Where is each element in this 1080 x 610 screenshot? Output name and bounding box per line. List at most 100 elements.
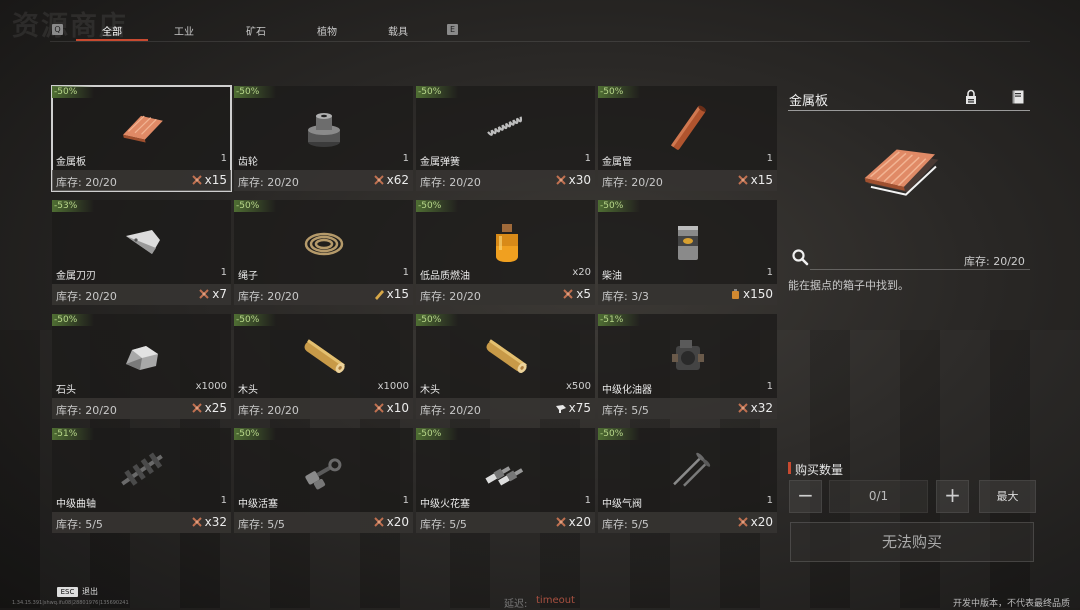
item-cost: x75 [555,401,591,415]
item-card[interactable]: -50% 齿轮 1 库存: 20/20 x62 [234,86,413,191]
purchase-accent-bar [788,462,791,474]
item-quantity: 1 [402,495,409,506]
log-icon [294,332,354,380]
item-quantity: x20 [572,267,591,278]
item-card[interactable]: -50% 中级气阀 1 库存: 5/5 x20 [598,428,777,533]
item-card[interactable]: -50% 金属板 1 库存: 20/20 x15 [51,85,232,192]
purchase-quantity-label: 购买数量 [795,463,844,477]
decrease-quantity-button[interactable]: − [789,480,822,513]
crossed-tools-icon [191,174,203,186]
item-card[interactable]: -50% 金属管 1 库存: 20/20 x15 [598,86,777,191]
item-name: 中级火花塞 [420,499,470,510]
item-stock: 库存: 20/20 [238,176,299,189]
crossed-tools-icon [191,516,203,528]
item-stock: 库存: 5/5 [56,518,103,531]
detail-divider [788,110,1030,111]
item-card[interactable]: -50% 绳子 1 库存: 20/20 x15 [234,200,413,305]
key-hint-e[interactable]: E [447,24,458,35]
buy-button[interactable]: 无法购买 [790,522,1034,562]
key-hint-q[interactable]: Q [52,24,63,35]
discount-badge: -50% [234,200,276,212]
crossed-tools-icon [562,288,574,300]
item-name: 低品质燃油 [420,271,470,282]
crossed-tools-icon [737,516,749,528]
detail-stock: 库存: 20/20 [964,255,1025,268]
item-stock: 库存: 5/5 [420,518,467,531]
tab-vehicle[interactable]: 载具 [368,23,428,38]
exit-label: 退出 [82,587,98,596]
discount-badge: -50% [598,428,640,440]
item-card[interactable]: -50% 中级活塞 1 库存: 5/5 x20 [234,428,413,533]
item-cost: x30 [555,173,591,187]
item-card[interactable]: -51% 中级曲轴 1 库存: 5/5 x32 [52,428,231,533]
fuel-can-icon [729,288,741,300]
carburetor-icon [658,332,718,380]
rope-icon [294,218,354,266]
crossed-tools-icon [198,288,210,300]
detail-title: 金属板 [789,94,829,109]
item-cost: x32 [191,515,227,529]
item-footer: 库存: 5/5 x20 [234,512,413,533]
discount-badge: -50% [234,428,276,440]
tab-plant[interactable]: 植物 [297,23,357,38]
item-cost: x20 [555,515,591,529]
max-quantity-button[interactable]: 最大 [979,480,1036,513]
search-icon[interactable] [791,248,809,266]
item-footer: 库存: 5/5 x20 [598,512,777,533]
item-footer: 库存: 20/20 x62 [234,170,413,191]
discount-badge: -50% [416,428,458,440]
item-name: 金属板 [56,157,86,168]
increase-quantity-button[interactable]: + [936,480,969,513]
stone-icon [112,332,172,380]
item-name: 中级曲轴 [56,499,96,510]
discount-badge: -50% [416,314,458,326]
item-card[interactable]: -51% 中级化油器 1 库存: 5/5 x32 [598,314,777,419]
discount-badge: -50% [598,86,640,98]
tab-ore[interactable]: 矿石 [226,23,286,38]
item-cost-value: x30 [568,173,591,187]
item-cost: x20 [737,515,773,529]
item-cost: x7 [198,287,227,301]
item-name: 中级化油器 [602,385,652,396]
item-footer: 库存: 5/5 x32 [52,512,231,533]
item-quantity: 1 [766,381,773,392]
item-card[interactable]: -50% 柴油 1 库存: 3/3 x150 [598,200,777,305]
item-cost-value: x20 [568,515,591,529]
white-item-icon [555,402,567,414]
item-name: 木头 [238,385,258,396]
item-card[interactable]: -50% 石头 x1000 库存: 20/20 x25 [52,314,231,419]
discount-badge: -50% [416,86,458,98]
lock-icon[interactable] [964,89,978,105]
crossed-tools-icon [555,516,567,528]
item-name: 石头 [56,385,76,396]
log-icon [476,332,536,380]
item-cost: x15 [191,173,227,187]
tab-industry[interactable]: 工业 [154,23,214,38]
item-quantity: 1 [766,495,773,506]
item-card[interactable]: -50% 中级火花塞 1 库存: 5/5 x20 [416,428,595,533]
tab-all[interactable]: 全部 [82,23,142,38]
item-cost-value: x25 [204,401,227,415]
fuel-bottle-icon [476,218,536,266]
item-card[interactable]: -53% 金属刀刃 1 库存: 20/20 x7 [52,200,231,305]
item-cost-value: x32 [750,401,773,415]
spring-icon [476,104,536,152]
item-card[interactable]: -50% 金属弹簧 1 库存: 20/20 x30 [416,86,595,191]
quantity-field[interactable]: 0/1 [829,480,928,513]
item-card[interactable]: -50% 低品质燃油 x20 库存: 20/20 x5 [416,200,595,305]
item-quantity: 1 [584,153,591,164]
item-card[interactable]: -50% 木头 x1000 库存: 20/20 x10 [234,314,413,419]
book-icon[interactable] [1011,89,1025,105]
valve-icon [658,446,718,494]
item-quantity: 1 [220,153,227,164]
item-cost-value: x15 [750,173,773,187]
item-footer: 库存: 20/20 x7 [52,284,231,305]
item-cost-value: x15 [386,287,409,301]
item-card[interactable]: -50% 木头 x500 库存: 20/20 x75 [416,314,595,419]
crossed-tools-icon [191,402,203,414]
esc-key-hint[interactable]: ESC [57,587,78,597]
discount-badge: -53% [52,200,94,212]
item-name: 中级活塞 [238,499,278,510]
item-stock: 库存: 5/5 [238,518,285,531]
item-cost: x20 [373,515,409,529]
